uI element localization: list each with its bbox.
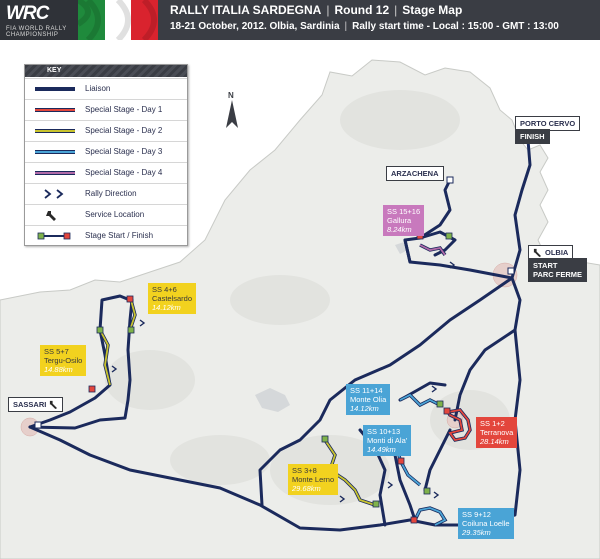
- map-type-label: Stage Map: [402, 3, 463, 17]
- round-label: Round 12: [334, 3, 390, 17]
- stage-id: SS 3+8: [292, 466, 317, 475]
- key-label-day2: Special Stage - Day 2: [85, 126, 163, 135]
- key-row-day4: Special Stage - Day 4: [25, 162, 187, 184]
- wrc-logo: WRC FIA WORLD RALLY CHAMPIONSHIP: [0, 0, 78, 40]
- stage-id: SS 4+6: [152, 285, 177, 294]
- stage-label-ss3-8: SS 3+8 Monte Lerno 29.68km: [288, 464, 339, 495]
- key-row-direction: Rally Direction: [25, 183, 187, 205]
- wrench-icon: [46, 209, 58, 221]
- key-label-day1: Special Stage - Day 1: [85, 105, 163, 114]
- key-row-day3: Special Stage - Day 3: [25, 141, 187, 163]
- key-label-service: Service Location: [85, 210, 145, 219]
- sassari-name: SASSARI: [13, 400, 47, 409]
- liaison-line-icon: [35, 87, 75, 91]
- olbia-note-parc: PARC FERME: [533, 270, 583, 279]
- porto-cervo-name: PORTO CERVO: [520, 119, 576, 128]
- key-label-start-finish: Stage Start / Finish: [85, 231, 154, 240]
- stage-km: 14.12km: [350, 404, 379, 413]
- stage-day1-line-icon: [35, 108, 75, 112]
- place-sassari: SASSARI: [8, 397, 64, 412]
- stage-label-ss1-2: SS 1+2 Terranova 28.14km: [476, 417, 518, 448]
- chevron-arrows-icon: [44, 189, 64, 199]
- porto-cervo-note: FINISH: [520, 132, 545, 141]
- stage-id: SS 9+12: [462, 510, 491, 519]
- stage-day4-line-icon: [35, 171, 75, 175]
- north-label: N: [228, 91, 234, 100]
- olbia-note-start: START: [533, 261, 558, 270]
- stage-name: Gallura: [387, 216, 412, 225]
- stage-id: SS 5+7: [44, 347, 69, 356]
- stage-label-ss4-6: SS 4+6 Castelsardo 14.12km: [148, 283, 197, 314]
- key-label-direction: Rally Direction: [85, 189, 137, 198]
- rally-dates: 18-21 October, 2012. Olbia, Sardinia: [170, 21, 340, 32]
- place-arzachena: ARZACHENA: [386, 166, 444, 181]
- key-row-day1: Special Stage - Day 1: [25, 99, 187, 121]
- header-subtitle-line: 18-21 October, 2012. Olbia, Sardinia | Ral…: [170, 21, 559, 32]
- key-row-start-finish: Stage Start / Finish: [25, 225, 187, 247]
- stage-map-root: WRC FIA WORLD RALLY CHAMPIONSHIP RALLY I…: [0, 0, 600, 559]
- stage-label-ss10-13: SS 10+13 Monti di Ala' 14.49km: [363, 425, 412, 456]
- rally-start-time: Rally start time - Local : 15:00 - GMT :…: [352, 21, 559, 32]
- stage-day2-line-icon: [35, 129, 75, 133]
- stage-day3-line-icon: [35, 150, 75, 154]
- key-row-day2: Special Stage - Day 2: [25, 120, 187, 142]
- stage-id: SS 10+13: [367, 427, 401, 436]
- stage-name: Monte Lerno: [292, 475, 335, 484]
- stage-label-ss9-12: SS 9+12 Coiluna Loelle 29.35km: [458, 508, 514, 539]
- stage-km: 29.35km: [462, 528, 491, 537]
- start-finish-markers-icon: [37, 232, 71, 240]
- italy-flag-icon: [78, 0, 158, 40]
- key-row-service: Service Location: [25, 204, 187, 226]
- stage-name: Castelsardo: [152, 294, 193, 303]
- key-row-liaison: Liaison: [25, 78, 187, 100]
- place-porto-cervo-finish: FINISH: [515, 129, 550, 144]
- stage-km: 14.88km: [44, 365, 73, 374]
- map-key: KEY Liaison Special Stage - Day 1 Specia…: [24, 64, 188, 246]
- olbia-name: OLBIA: [545, 248, 569, 257]
- arzachena-name: ARZACHENA: [391, 169, 439, 178]
- place-olbia-start: START PARC FERME: [528, 258, 588, 282]
- key-title: KEY: [25, 65, 187, 77]
- stage-id: SS 1+2: [480, 419, 505, 428]
- stage-km: 14.12km: [152, 303, 181, 312]
- service-location-icon: [50, 400, 58, 409]
- stage-km: 14.49km: [367, 445, 396, 454]
- key-label-day4: Special Stage - Day 4: [85, 168, 163, 177]
- logo-text: WRC: [6, 3, 49, 24]
- stage-name: Terranova: [480, 428, 514, 437]
- stage-km: 8.24km: [387, 225, 412, 234]
- header-bar: WRC FIA WORLD RALLY CHAMPIONSHIP RALLY I…: [0, 0, 600, 40]
- stage-km: 28.14km: [480, 437, 509, 446]
- header-title-line: RALLY ITALIA SARDEGNA | Round 12 | Stage Map: [170, 3, 463, 17]
- stage-name: Coiluna Loelle: [462, 519, 510, 528]
- stage-label-ss11-14: SS 11+14 Monte Olia 14.12km: [346, 384, 391, 415]
- stage-id: SS 11+14: [350, 386, 383, 395]
- stage-id: SS 15+16: [387, 207, 421, 216]
- key-label-liaison: Liaison: [85, 84, 111, 93]
- stage-label-ss5-7: SS 5+7 Tergu-Osilo 14.88km: [40, 345, 87, 376]
- key-label-day3: Special Stage - Day 3: [85, 147, 163, 156]
- stage-km: 29.68km: [292, 484, 321, 493]
- rally-title: RALLY ITALIA SARDEGNA: [170, 3, 322, 17]
- stage-name: Tergu-Osilo: [44, 356, 83, 365]
- stage-label-ss15-16: SS 15+16 Gallura 8.24km: [383, 205, 425, 236]
- stage-name: Monte Olia: [350, 395, 387, 404]
- stage-name: Monti di Ala': [367, 436, 408, 445]
- logo-subtitle: FIA WORLD RALLY CHAMPIONSHIP: [6, 26, 67, 38]
- service-location-icon: [533, 248, 542, 257]
